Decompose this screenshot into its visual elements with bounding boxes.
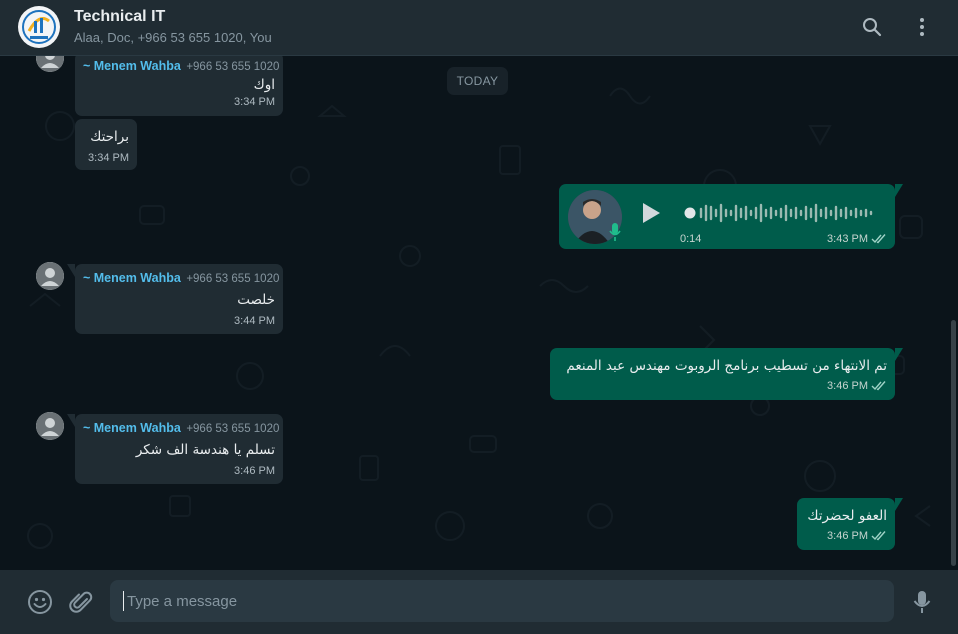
message-text: تم الانتهاء من تسطيب برنامج الروبوت مهند… [566,358,887,374]
message-text: تسلم يا هندسة الف شكر [135,442,275,458]
group-avatar[interactable] [18,6,60,48]
scrollbar[interactable] [951,320,956,566]
voice-duration: 0:14 [680,233,702,245]
avatar[interactable] [36,262,64,290]
message-time: 3:46 PM [234,465,275,477]
composer-bar [0,570,958,634]
message-list[interactable]: TODAY ~ Menem Wahba +966 53 655 1020 اوك… [0,56,958,570]
bubble-tail [895,184,903,197]
sender-name[interactable]: ~ Menem Wahba [83,421,181,435]
sender-name[interactable]: ~ Menem Wahba [83,271,181,285]
play-icon[interactable] [639,200,663,226]
message-time-row: 3:46 PM [805,529,887,543]
chat-header: Technical IT Alaa, Doc, +966 53 655 1020… [0,0,958,56]
date-divider: TODAY [447,67,508,95]
microphone-icon[interactable] [907,587,937,617]
message-input[interactable] [127,592,894,610]
group-participants[interactable]: Alaa, Doc, +966 53 655 1020, You [74,30,272,45]
bubble-tail [67,414,75,427]
message-bubble-incoming[interactable]: ~ Menem Wahba +966 53 655 1020 تسلم يا ه… [67,414,283,484]
message-bubble-incoming[interactable]: براحتك 3:34 PM [75,119,137,170]
message-bubble-outgoing[interactable]: تم الانتهاء من تسطيب برنامج الروبوت مهند… [550,348,903,400]
message-text: اوك [253,77,275,93]
group-logo-icon [22,10,56,44]
bubble-tail [895,348,903,361]
message-bubble-outgoing[interactable]: العفو لحضرتك 3:46 PM [797,498,903,550]
message-time: 3:46 PM [827,380,868,392]
sender-phone: +966 53 655 1020 [186,423,280,435]
microphone-badge-icon [608,222,622,242]
voice-waveform[interactable] [679,202,879,224]
group-title[interactable]: Technical IT [74,8,165,26]
double-check-icon [871,531,886,541]
message-input-box[interactable] [110,580,894,622]
message-time: 3:44 PM [234,315,275,327]
message-text: العفو لحضرتك [807,508,887,524]
message-time-row: 3:46 PM [558,379,887,393]
message-time: 3:34 PM [234,96,275,108]
text-caret [123,591,124,611]
avatar[interactable] [36,412,64,440]
sender-line: ~ Menem Wahba +966 53 655 1020 [83,420,279,437]
more-vertical-icon[interactable] [909,14,935,40]
message-time-row: 3:43 PM [827,232,887,246]
double-check-icon [871,234,886,244]
message-text: خلصت [237,292,275,308]
sender-line: ~ Menem Wahba +966 53 655 1020 [83,270,279,287]
message-time: 3:34 PM [88,152,129,164]
message-text: براحتك [90,129,129,145]
paperclip-icon[interactable] [66,587,96,617]
sender-phone: +966 53 655 1020 [186,273,280,285]
sender-line: ~ Menem Wahba +966 53 655 1020 [83,58,279,75]
message-bubble-outgoing-voice[interactable]: 0:14 3:43 PM [559,184,903,249]
bubble-tail [895,498,903,511]
sender-name[interactable]: ~ Menem Wahba [83,59,181,73]
message-bubble-incoming[interactable]: ~ Menem Wahba +966 53 655 1020 خلصت 3:44… [67,264,283,334]
double-check-icon [871,381,886,391]
message-time: 3:46 PM [827,530,868,542]
message-time: 3:43 PM [827,233,868,245]
sender-phone: +966 53 655 1020 [186,61,280,73]
message-bubble-incoming[interactable]: ~ Menem Wahba +966 53 655 1020 اوك 3:34 … [75,56,283,116]
bubble-tail [67,264,75,277]
emoji-icon[interactable] [25,587,55,617]
search-icon[interactable] [859,14,885,40]
